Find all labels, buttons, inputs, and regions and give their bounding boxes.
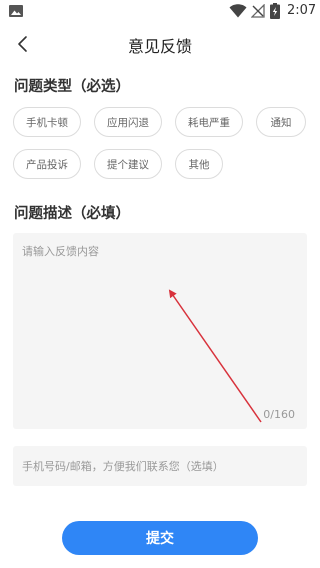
app-header: 意见反馈 xyxy=(0,26,320,62)
chip-battery-drain[interactable]: 耗电严重 xyxy=(175,107,243,137)
status-time: 2:07 xyxy=(287,3,317,18)
problem-type-title: 问题类型（必选） xyxy=(14,79,130,95)
chip-suggestion[interactable]: 提个建议 xyxy=(94,149,162,179)
wifi-icon xyxy=(229,4,247,18)
battery-charging-icon xyxy=(270,3,280,19)
chip-other[interactable]: 其他 xyxy=(175,149,223,179)
submit-button[interactable]: 提交 xyxy=(62,521,258,555)
char-counter: 0/160 xyxy=(263,408,295,421)
chip-crash[interactable]: 应用闪退 xyxy=(94,107,162,137)
page-title: 意见反馈 xyxy=(127,37,192,56)
description-textarea[interactable] xyxy=(13,233,307,429)
chip-complaint[interactable]: 产品投诉 xyxy=(13,149,81,179)
contact-input[interactable] xyxy=(13,446,307,486)
status-bar: 2:07 xyxy=(0,0,320,24)
description-box: 0/160 xyxy=(13,233,307,429)
gallery-icon xyxy=(9,5,23,17)
contact-box xyxy=(13,446,307,486)
chip-lag[interactable]: 手机卡顿 xyxy=(13,107,81,137)
chip-notification[interactable]: 通知 xyxy=(256,107,306,137)
description-title: 问题描述（必填） xyxy=(14,206,130,222)
no-signal-icon xyxy=(251,4,265,18)
